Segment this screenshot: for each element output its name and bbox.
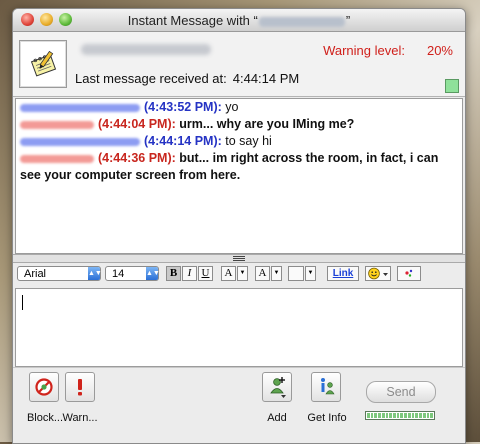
add-buddy-button[interactable] [262, 372, 292, 402]
get-info-label: Get Info [307, 412, 347, 424]
last-message-time: 4:44:14 PM [232, 71, 300, 86]
im-window: Instant Message with “” Warning level: 2… [12, 8, 466, 444]
buddy-icon[interactable] [19, 40, 67, 88]
redacted-sender-name [20, 137, 140, 146]
message-line: (4:44:36 PM): but... im right across the… [16, 150, 462, 184]
warning-level: Warning level: 20% [323, 43, 453, 58]
splitter-grip-icon[interactable] [233, 256, 245, 261]
warning-level-value: 20% [426, 43, 453, 58]
formatting-toolbar: Arial ▲▼ 14 ▲▼ B I U A ▼ A ▼ ▼ Link [13, 263, 465, 287]
message-text: to say hi [221, 134, 272, 148]
notepad-pencil-icon [30, 50, 57, 77]
message-timestamp: (4:44:36 PM): [98, 151, 176, 165]
swatch-menu-icon[interactable]: ▼ [305, 266, 316, 281]
select-arrows-icon: ▲▼ [88, 267, 102, 280]
message-text: yo [221, 100, 239, 114]
message-line: (4:44:04 PM): urm... why are you IMing m… [16, 116, 462, 133]
typing-meter [365, 411, 435, 420]
redacted-buddy-name [258, 16, 345, 27]
emoticon-button[interactable] [365, 266, 391, 281]
last-message-received: Last message received at: 4:44:14 PM [75, 71, 299, 86]
get-info-button[interactable] [311, 372, 341, 402]
conversation-header: Warning level: 20% Last message received … [13, 32, 465, 97]
text-caret [22, 295, 23, 310]
text-color-button[interactable]: A [221, 266, 236, 281]
no-entry-icon [35, 378, 53, 396]
underline-button[interactable]: U [198, 266, 213, 281]
send-button[interactable]: Send [366, 381, 436, 403]
warn-button[interactable] [65, 372, 95, 402]
redacted-sender-name [20, 154, 94, 163]
font-select[interactable]: Arial ▲▼ [17, 266, 102, 281]
pane-splitter[interactable] [13, 254, 465, 263]
message-compose-field[interactable] [15, 288, 463, 367]
action-bar: Block... Warn... Add Get Info Send [13, 367, 465, 443]
message-timestamp: (4:43:52 PM): [144, 100, 222, 114]
background-color-menu-icon[interactable]: ▼ [271, 266, 282, 281]
message-timestamp: (4:44:14 PM): [144, 134, 222, 148]
background-color-button[interactable]: A [255, 266, 270, 281]
status-indicator [445, 79, 459, 93]
block-button[interactable] [29, 372, 59, 402]
redacted-sender-name [20, 103, 140, 112]
message-text: urm... why are you IMing me? [175, 117, 355, 131]
sparkle-icon [405, 269, 413, 277]
message-line: (4:44:14 PM): to say hi [16, 133, 462, 150]
window-title: Instant Message with “” [127, 13, 351, 28]
bold-button[interactable]: B [166, 266, 181, 281]
title-bar[interactable]: Instant Message with “” [13, 9, 465, 32]
message-line: (4:43:52 PM): yo [16, 99, 462, 116]
font-size-select[interactable]: 14 ▲▼ [105, 266, 160, 281]
insert-link-button[interactable]: Link [327, 266, 359, 281]
redacted-buddy-screenname [81, 44, 211, 55]
color-swatch[interactable] [288, 266, 304, 281]
add-buddy-icon [270, 377, 286, 398]
message-timestamp: (4:44:04 PM): [98, 117, 176, 131]
font-select-value: Arial [24, 268, 47, 280]
text-color-menu-icon[interactable]: ▼ [237, 266, 248, 281]
redacted-sender-name [20, 120, 94, 129]
select-arrows-icon: ▲▼ [146, 267, 160, 280]
warn-label: Warn... [62, 412, 98, 424]
exclamation-icon [78, 379, 82, 396]
insert-image-button[interactable] [397, 266, 421, 281]
info-icon [321, 378, 335, 395]
font-size-value: 14 [112, 268, 125, 280]
message-transcript[interactable]: (4:43:52 PM): yo (4:44:04 PM): urm... wh… [15, 98, 463, 254]
warning-level-label: Warning level: [323, 43, 405, 58]
last-message-label: Last message received at: [75, 71, 227, 86]
add-label: Add [267, 412, 287, 424]
italic-button[interactable]: I [182, 266, 197, 281]
smiley-icon [368, 267, 388, 280]
